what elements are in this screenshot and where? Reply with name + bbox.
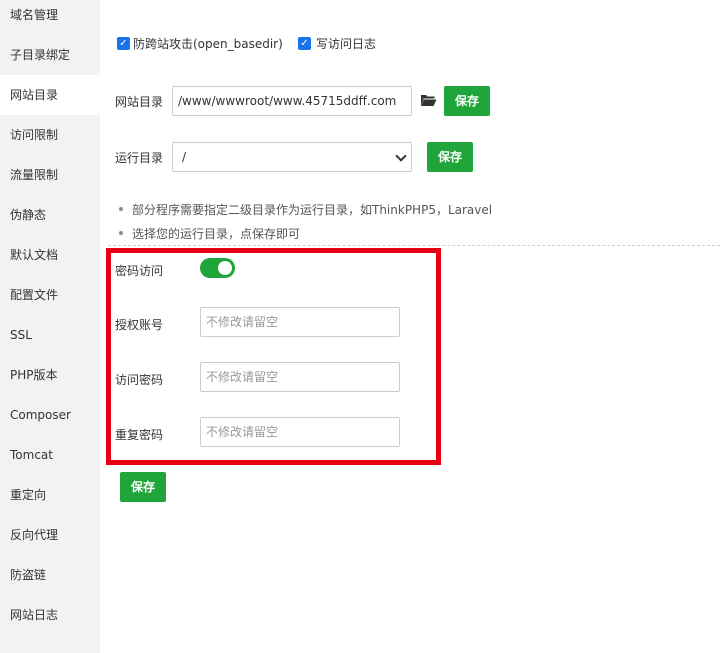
sidebar-item-access-restriction[interactable]: 访问限制 (0, 115, 100, 155)
chevron-down-icon (395, 150, 407, 162)
main-panel: ✓ 防跨站攻击(open_basedir) ✓ 写访问日志 网站目录 保存 运行… (100, 0, 720, 653)
repeat-password-label: 重复密码 (115, 428, 164, 442)
sidebar-item-composer[interactable]: Composer (0, 395, 100, 435)
run-dir-save-button[interactable]: 保存 (427, 142, 473, 172)
sidebar-item-tomcat[interactable]: Tomcat (0, 435, 100, 475)
sidebar-item-ssl[interactable]: SSL (0, 315, 100, 355)
section-divider (108, 245, 720, 246)
site-dir-input[interactable] (172, 86, 412, 116)
sidebar-item-site-directory[interactable]: 网站目录 (0, 75, 100, 115)
sidebar-item-rewrite[interactable]: 伪静态 (0, 195, 100, 235)
sidebar-item-domain-management[interactable]: 域名管理 (0, 0, 100, 35)
access-password-label: 访问密码 (115, 373, 164, 387)
password-access-label: 密码访问 (115, 264, 164, 278)
sidebar-item-reverse-proxy[interactable]: 反向代理 (0, 515, 100, 555)
write-access-log-checkbox[interactable]: ✓ (298, 37, 311, 50)
auth-account-input[interactable] (200, 307, 400, 337)
site-dir-label: 网站目录 (115, 95, 164, 109)
sidebar-item-redirect[interactable]: 重定向 (0, 475, 100, 515)
hint-bullet (119, 231, 123, 235)
sidebar-item-hotlink-protection[interactable]: 防盗链 (0, 555, 100, 595)
password-access-save-button[interactable]: 保存 (120, 472, 166, 502)
folder-open-icon[interactable] (420, 93, 437, 107)
auth-account-label: 授权账号 (115, 318, 164, 332)
sidebar-item-site-log[interactable]: 网站日志 (0, 595, 100, 635)
write-access-log-label: 写访问日志 (316, 37, 377, 51)
sidebar-item-php-version[interactable]: PHP版本 (0, 355, 100, 395)
hint-bullet (119, 207, 123, 211)
sidebar-item-traffic-limit[interactable]: 流量限制 (0, 155, 100, 195)
site-dir-save-button[interactable]: 保存 (444, 86, 490, 116)
anti-cross-site-label: 防跨站攻击(open_basedir) (133, 37, 283, 51)
run-dir-select-value: / (182, 150, 187, 164)
anti-cross-site-checkbox[interactable]: ✓ (117, 37, 130, 50)
access-password-input[interactable] (200, 362, 400, 392)
toggle-knob (218, 261, 232, 275)
run-dir-select[interactable]: / (172, 142, 412, 172)
repeat-password-input[interactable] (200, 417, 400, 447)
sidebar-item-config-file[interactable]: 配置文件 (0, 275, 100, 315)
sidebar-item-subdirectory-binding[interactable]: 子目录绑定 (0, 35, 100, 75)
hint-text: 部分程序需要指定二级目录作为运行目录，如ThinkPHP5，Laravel (132, 203, 493, 217)
password-access-toggle[interactable] (200, 258, 235, 278)
run-dir-label: 运行目录 (115, 151, 164, 165)
hint-text: 选择您的运行目录，点保存即可 (132, 227, 301, 241)
sidebar: 域名管理 子目录绑定 网站目录 访问限制 流量限制 伪静态 默认文档 配置文件 … (0, 0, 100, 653)
sidebar-item-default-document[interactable]: 默认文档 (0, 235, 100, 275)
